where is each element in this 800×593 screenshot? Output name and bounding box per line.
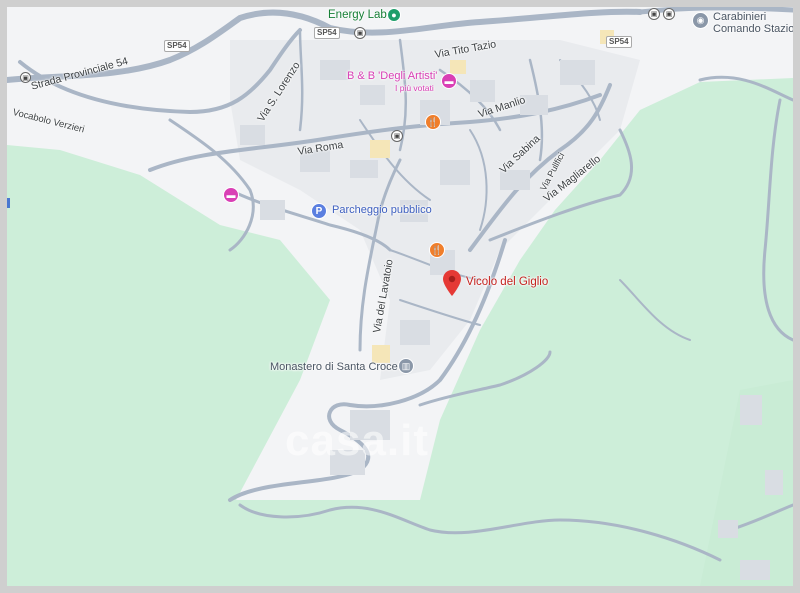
watermark: casa.it [285, 416, 429, 465]
restaurant-icon[interactable]: 🍴 [429, 242, 445, 258]
hotel-icon[interactable]: ▬ [223, 187, 239, 203]
bus-stop-icon[interactable]: ▣ [663, 8, 675, 20]
energy-lab-label[interactable]: Energy Lab [328, 9, 387, 21]
carabinieri-line2: Comando Stazio [713, 22, 795, 35]
location-pin-icon[interactable] [443, 270, 461, 296]
bus-stop-icon[interactable]: ▣ [354, 27, 366, 39]
police-icon[interactable]: ◉ [692, 12, 709, 29]
bb-artisti-sublabel: I più votati [395, 83, 434, 93]
monastero-label[interactable]: Monastero di Santa Croce [270, 361, 398, 374]
vicolo-label[interactable]: Vicolo del Giglio [466, 276, 548, 288]
route-shield: SP54 [606, 36, 632, 48]
bus-stop-icon[interactable]: ▣ [648, 8, 660, 20]
parcheggio-label[interactable]: Parcheggio pubblico [332, 204, 432, 217]
hotel-icon[interactable]: ▬ [441, 73, 457, 89]
energy-lab-icon[interactable]: ● [387, 8, 401, 22]
carabinieri-label[interactable]: Carabinieri Comando Stazio [713, 11, 795, 35]
map-view[interactable]: SP54 SP54 SP54 Strada Provinciale 54 Voc… [0, 0, 800, 593]
restaurant-icon[interactable]: 🍴 [425, 114, 441, 130]
bb-artisti-label[interactable]: B & B 'Degli Artisti' [347, 70, 437, 83]
route-shield: SP54 [314, 27, 340, 39]
bus-stop-icon[interactable]: ▣ [391, 130, 403, 142]
bus-stop-icon[interactable]: ▣ [20, 72, 31, 83]
carabinieri-line1: Carabinieri [713, 11, 767, 23]
monastery-icon[interactable]: ▥ [398, 358, 414, 374]
route-shield: SP54 [164, 40, 190, 52]
parking-icon[interactable]: P [311, 203, 327, 219]
